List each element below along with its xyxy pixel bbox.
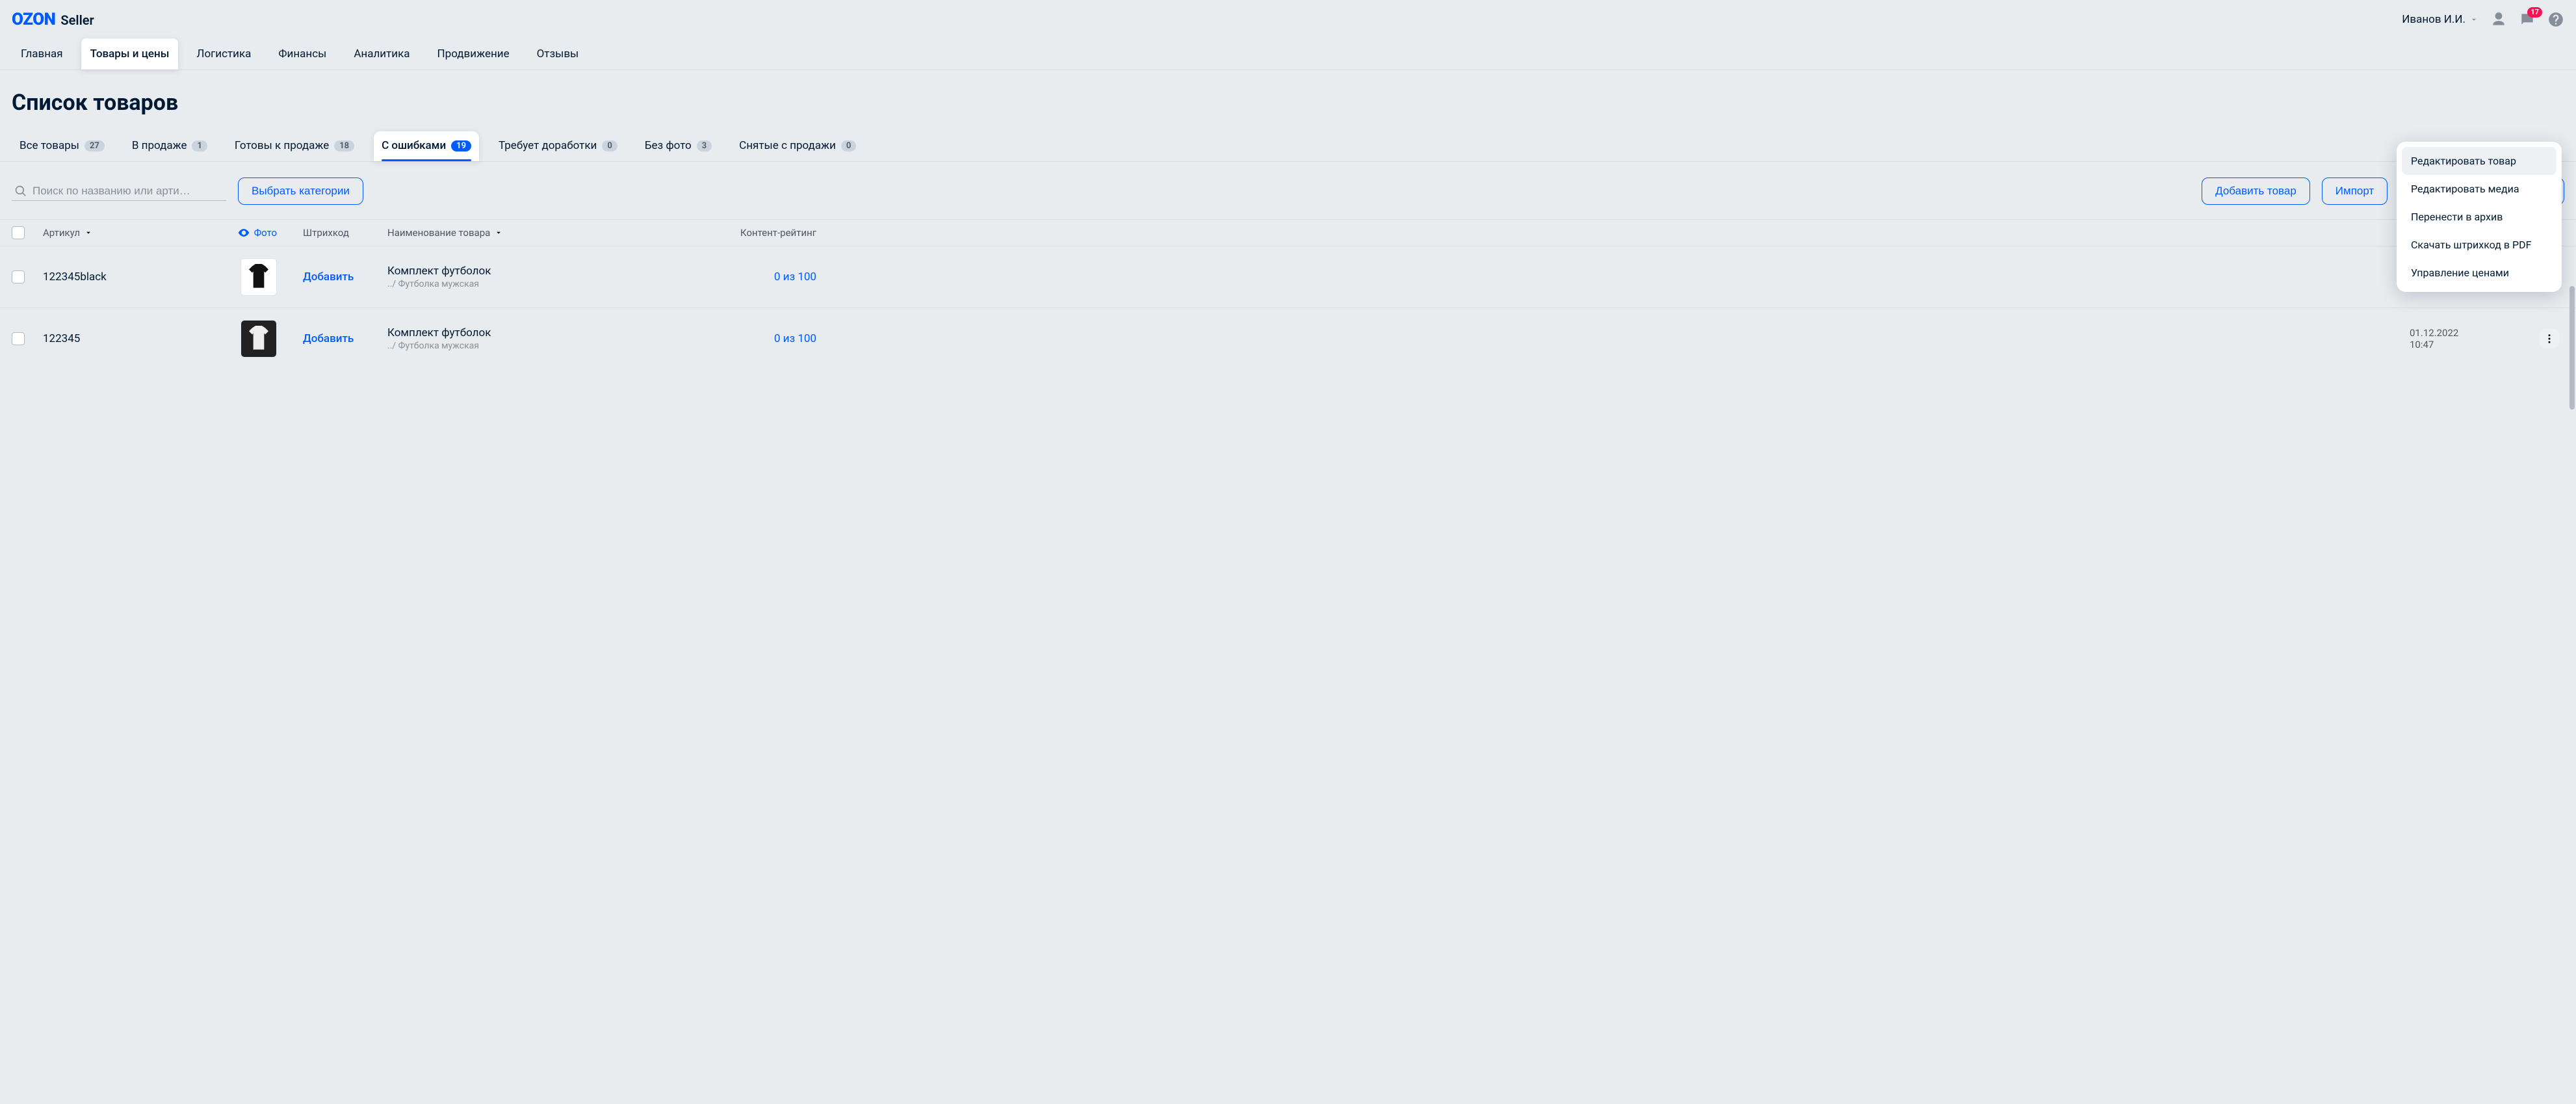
tab-count: 0 bbox=[841, 140, 856, 151]
content-rating[interactable]: 0 из 100 bbox=[693, 332, 816, 345]
tab-count: 0 bbox=[602, 140, 617, 151]
tab-label: Без фото bbox=[645, 139, 692, 152]
brand-suffix: Seller bbox=[60, 12, 94, 28]
import-button[interactable]: Импорт bbox=[2322, 177, 2387, 205]
date-value: 01.12.2022 bbox=[2410, 327, 2458, 339]
col-rating: Контент-рейтинг bbox=[693, 227, 816, 239]
search-icon bbox=[14, 185, 27, 198]
column-header: Артикул Фото Штрихкод Наименование товар… bbox=[0, 219, 2576, 246]
tab-label: Готовы к продаже bbox=[235, 139, 329, 152]
nav-products-prices[interactable]: Товары и цены bbox=[81, 38, 179, 70]
nav-analytics[interactable]: Аналитика bbox=[345, 38, 419, 70]
tshirt-icon bbox=[248, 264, 270, 290]
eye-icon bbox=[237, 226, 250, 239]
cell-sku: 122345black bbox=[43, 270, 205, 283]
search-input[interactable] bbox=[33, 185, 224, 198]
help-icon[interactable] bbox=[2547, 11, 2564, 28]
tab-with-errors[interactable]: С ошибками 19 bbox=[374, 131, 479, 161]
tab-label: С ошибками bbox=[382, 139, 446, 152]
row-checkbox[interactable] bbox=[12, 270, 25, 283]
chat-badge: 17 bbox=[2527, 7, 2542, 18]
status-tabs: Все товары 27 В продаже 1 Готовы к прода… bbox=[0, 131, 2576, 162]
col-label: Фото bbox=[254, 227, 277, 239]
tab-count: 18 bbox=[334, 140, 354, 151]
col-label: Контент-рейтинг bbox=[740, 227, 816, 239]
user-box: Иванов И.И. 17 bbox=[2402, 11, 2564, 28]
chat-icon[interactable]: 17 bbox=[2519, 11, 2536, 28]
nav-main[interactable]: Главная bbox=[12, 38, 72, 70]
col-label: Штрихкод bbox=[303, 227, 349, 239]
tab-label: Снятые с продажи bbox=[739, 139, 836, 152]
row-actions-menu: Редактировать товар Редактировать медиа … bbox=[2397, 142, 2562, 292]
tab-on-sale[interactable]: В продаже 1 bbox=[124, 131, 215, 161]
col-sku[interactable]: Артикул bbox=[43, 227, 205, 239]
page-title: Список товаров bbox=[0, 70, 2576, 131]
tab-count: 3 bbox=[697, 140, 712, 151]
content-rating[interactable]: 0 из 100 bbox=[693, 270, 816, 283]
nav-reviews[interactable]: Отзывы bbox=[528, 38, 588, 70]
tab-label: Все товары bbox=[20, 139, 79, 152]
product-name[interactable]: Комплект футболок bbox=[387, 326, 693, 339]
tab-label: Требует доработки bbox=[499, 139, 597, 152]
product-thumbnail[interactable] bbox=[241, 320, 277, 358]
tab-ready[interactable]: Готовы к продаже 18 bbox=[227, 131, 362, 161]
brand-logo: OZON bbox=[12, 10, 55, 29]
add-barcode-link[interactable]: Добавить bbox=[303, 270, 354, 283]
tab-count: 19 bbox=[451, 140, 471, 151]
chevron-down-icon bbox=[2469, 15, 2478, 24]
sort-desc-icon bbox=[84, 227, 93, 239]
col-barcode: Штрихкод bbox=[277, 227, 387, 239]
col-name[interactable]: Наименование товара bbox=[387, 227, 693, 239]
user-name: Иванов И.И. bbox=[2402, 13, 2465, 26]
tab-count: 1 bbox=[192, 140, 207, 151]
add-barcode-link[interactable]: Добавить bbox=[303, 332, 354, 345]
tab-removed[interactable]: Снятые с продажи 0 bbox=[731, 131, 864, 161]
sort-desc-icon bbox=[494, 227, 503, 239]
cell-date: 01.12.2022 10:47 bbox=[2410, 327, 2527, 350]
table-row: 122345black Добавить Комплект футболок .… bbox=[0, 246, 2576, 308]
tab-no-photo[interactable]: Без фото 3 bbox=[637, 131, 720, 161]
nav-logistics[interactable]: Логистика bbox=[187, 38, 260, 70]
toolbar: Выбрать категории Добавить товар Импорт … bbox=[0, 162, 2576, 219]
col-label: Артикул bbox=[43, 227, 80, 239]
tab-count: 27 bbox=[85, 140, 105, 151]
vertical-scrollbar[interactable] bbox=[2569, 286, 2575, 410]
profile-icon[interactable] bbox=[2490, 11, 2507, 28]
menu-download-barcode-pdf[interactable]: Скачать штрихкод в PDF bbox=[2402, 231, 2556, 259]
cell-sku: 122345 bbox=[43, 332, 205, 345]
time-value: 10:47 bbox=[2410, 339, 2434, 350]
tab-needs-fix[interactable]: Требует доработки 0 bbox=[491, 131, 625, 161]
col-label: Наименование товара bbox=[387, 227, 490, 239]
product-name[interactable]: Комплект футболок bbox=[387, 265, 693, 278]
search-field[interactable] bbox=[12, 182, 226, 201]
product-thumbnail[interactable] bbox=[241, 258, 277, 296]
top-bar: OZON Seller Иванов И.И. 17 bbox=[0, 0, 2576, 34]
tab-label: В продаже bbox=[132, 139, 187, 152]
menu-archive[interactable]: Перенести в архив bbox=[2402, 203, 2556, 231]
user-menu[interactable]: Иванов И.И. bbox=[2402, 13, 2478, 26]
nav-promotion[interactable]: Продвижение bbox=[428, 38, 519, 70]
add-product-button[interactable]: Добавить товар bbox=[2202, 177, 2310, 205]
menu-manage-prices[interactable]: Управление ценами bbox=[2402, 259, 2556, 287]
choose-categories-button[interactable]: Выбрать категории bbox=[238, 177, 363, 205]
menu-edit-media[interactable]: Редактировать медиа bbox=[2402, 175, 2556, 203]
main-nav: Главная Товары и цены Логистика Финансы … bbox=[0, 34, 2576, 70]
brand[interactable]: OZON Seller bbox=[12, 10, 94, 29]
tshirt-icon bbox=[248, 326, 270, 352]
tab-all[interactable]: Все товары 27 bbox=[12, 131, 112, 161]
row-checkbox[interactable] bbox=[12, 332, 25, 345]
col-photo[interactable]: Фото bbox=[205, 226, 277, 239]
select-all-checkbox[interactable] bbox=[12, 226, 25, 239]
product-category: ../ Футболка мужская bbox=[387, 279, 693, 289]
menu-edit-product[interactable]: Редактировать товар bbox=[2402, 147, 2556, 175]
nav-finance[interactable]: Финансы bbox=[269, 38, 335, 70]
row-actions-button[interactable] bbox=[2540, 329, 2559, 348]
product-category: ../ Футболка мужская bbox=[387, 341, 693, 351]
table-row: 122345 Добавить Комплект футболок ../ Фу… bbox=[0, 308, 2576, 369]
